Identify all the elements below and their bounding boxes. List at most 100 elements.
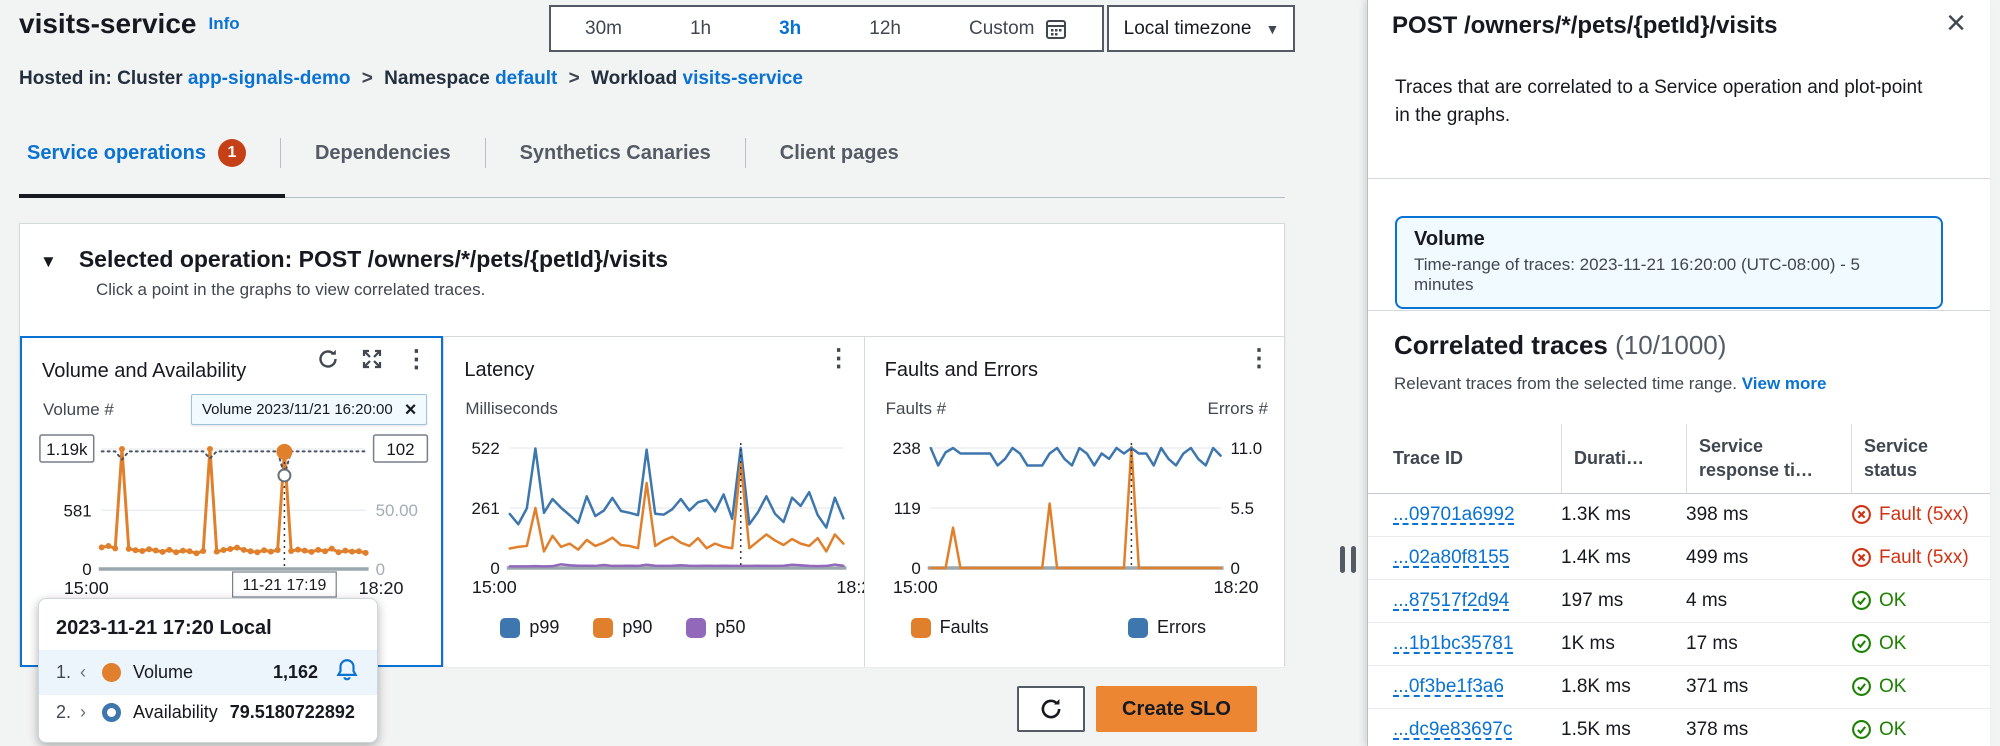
legend-item-p50[interactable]: p50 <box>686 617 745 638</box>
svg-text:11-21 17:19: 11-21 17:19 <box>243 577 327 594</box>
chart-title: Latency <box>464 359 534 382</box>
tab-service-operations[interactable]: Service operations 1 <box>19 139 280 167</box>
breadcrumb-cluster-link[interactable]: app-signals-demo <box>188 68 351 89</box>
table-row: ...02a80f8155 1.4K ms 499 ms Fault (5xx) <box>1368 537 1990 580</box>
left-axis-label: Volume # <box>43 400 114 420</box>
chevron-left-icon[interactable]: ‹ <box>80 662 102 683</box>
info-link[interactable]: Info <box>208 14 239 33</box>
column-header-trace-id[interactable]: Trace ID <box>1393 424 1561 493</box>
table-row: ...87517f2d94 197 ms 4 ms OK <box>1368 580 1990 623</box>
legend-label: p50 <box>715 617 745 638</box>
time-range-custom-button[interactable]: Custom <box>935 7 1102 50</box>
kebab-menu-icon[interactable]: ⋮ <box>1246 345 1272 371</box>
panel-resize-handle[interactable] <box>1340 546 1356 573</box>
chevron-right-icon[interactable]: › <box>80 702 102 723</box>
status-badge: Fault (5xx) <box>1851 547 1990 569</box>
create-slo-button[interactable]: Create SLO <box>1096 686 1257 732</box>
trace-id-link[interactable]: ...02a80f8155 <box>1393 547 1561 569</box>
ok-icon <box>1851 719 1872 740</box>
fault-icon <box>1851 504 1872 525</box>
status-label: Fault (5xx) <box>1879 504 1969 526</box>
time-range-12h-button[interactable]: 12h <box>835 7 935 50</box>
trace-id-link[interactable]: ...87517f2d94 <box>1393 590 1561 612</box>
selected-metric-box[interactable]: Volume Time-range of traces: 2023-11-21 … <box>1395 216 1943 309</box>
selected-metric-time-range: Time-range of traces: 2023-11-21 16:20:0… <box>1414 255 1924 295</box>
chart-toolbar: ⋮ <box>315 346 429 372</box>
app-window: visits-serviceInfo 30m 1h 3h 12h Custom … <box>0 0 2000 746</box>
chip-label: Volume 2023/11/21 16:20:00 <box>202 401 393 418</box>
status-label: OK <box>1879 676 1906 698</box>
left-axis-label: Faults # <box>886 399 946 419</box>
legend-item-errors[interactable]: Errors <box>1128 617 1206 638</box>
left-axis-label: Milliseconds <box>465 399 558 419</box>
tab-client-pages[interactable]: Client pages <box>746 142 933 165</box>
chart-title: Volume and Availability <box>42 360 246 383</box>
selected-metric-name: Volume <box>1414 228 1924 251</box>
tab-label: Client pages <box>780 142 899 165</box>
close-icon[interactable]: × <box>1946 4 1966 43</box>
tooltip-series-value: 1,162 <box>273 662 318 683</box>
time-range-3h-button[interactable]: 3h <box>745 7 835 50</box>
refresh-icon[interactable] <box>315 346 341 372</box>
traces-table: Trace ID Durati… Service response ti… Se… <box>1368 424 1990 746</box>
legend-item-faults[interactable]: Faults <box>911 617 989 638</box>
breadcrumb-prefix: Hosted in: Cluster <box>19 68 183 89</box>
column-header-service-status[interactable]: Service status <box>1851 424 1990 493</box>
legend-item-p90[interactable]: p90 <box>593 617 652 638</box>
correlated-traces-count: (10/1000) <box>1615 330 1726 360</box>
svg-text:581: 581 <box>63 501 91 520</box>
status-label: OK <box>1879 719 1906 741</box>
alarm-bell-icon[interactable] <box>334 657 360 688</box>
tooltip-row-availability: 2. › Availability 79.5180722892 <box>39 695 377 730</box>
expand-icon[interactable] <box>359 346 385 372</box>
custom-label: Custom <box>969 18 1034 40</box>
table-row: ...dc9e83697c 1.5K ms 378 ms OK <box>1368 709 1990 746</box>
chart-title: Faults and Errors <box>885 359 1038 382</box>
svg-text:15:00: 15:00 <box>472 577 517 597</box>
column-header-duration[interactable]: Durati… <box>1561 424 1686 493</box>
tooltip-series-value: 79.5180722892 <box>230 702 355 723</box>
svg-text:18:20: 18:20 <box>837 577 864 597</box>
svg-text:0: 0 <box>1230 559 1239 578</box>
kebab-menu-icon[interactable]: ⋮ <box>403 346 429 372</box>
ok-icon <box>1851 676 1872 697</box>
chip-close-icon[interactable]: × <box>405 403 417 417</box>
view-more-link[interactable]: View more <box>1742 374 1827 393</box>
tooltip-timestamp: 2023-11-21 17:20 Local <box>39 609 377 650</box>
time-range-30m-button[interactable]: 30m <box>551 7 656 50</box>
kebab-menu-icon[interactable]: ⋮ <box>826 345 852 371</box>
tab-synthetics-canaries[interactable]: Synthetics Canaries <box>486 142 745 165</box>
refresh-button[interactable] <box>1017 686 1085 732</box>
traces-side-panel: POST /owners/*/pets/{petId}/visits × Tra… <box>1367 0 1990 746</box>
legend-item-p99[interactable]: p99 <box>500 617 559 638</box>
time-range-1h-button[interactable]: 1h <box>656 7 745 50</box>
collapse-triangle-icon[interactable]: ▼ <box>40 252 57 271</box>
svg-text:0: 0 <box>376 560 385 579</box>
breadcrumb-namespace-link[interactable]: default <box>495 68 557 89</box>
breadcrumb-workload-link[interactable]: visits-service <box>683 68 803 89</box>
duration-cell: 1K ms <box>1561 633 1686 655</box>
tab-dependencies[interactable]: Dependencies <box>281 142 485 165</box>
faults-errors-chart[interactable]: 238119011.05.5015:0018:20 <box>865 432 1284 610</box>
svg-text:15:00: 15:00 <box>893 577 938 597</box>
volume-availability-chart[interactable]: 11-21 17:191.19k581010250.00015:0018:20 <box>22 433 441 611</box>
svg-text:261: 261 <box>472 499 500 518</box>
column-header-service-response-time[interactable]: Service response ti… <box>1686 424 1851 493</box>
time-range-segmented-control: 30m 1h 3h 12h Custom <box>549 5 1104 52</box>
timezone-select[interactable]: Local timezone ▼ <box>1107 5 1295 52</box>
table-row: ...09701a6992 1.3K ms 398 ms Fault (5xx) <box>1368 494 1990 537</box>
response-time-cell: 4 ms <box>1686 590 1851 612</box>
trace-id-link[interactable]: ...dc9e83697c <box>1393 719 1561 741</box>
timezone-value: Local timezone <box>1124 18 1252 40</box>
trace-id-link[interactable]: ...09701a6992 <box>1393 504 1561 526</box>
latency-chart[interactable]: 522261015:0018:20 <box>444 432 863 610</box>
trace-id-link[interactable]: ...1b1bc35781 <box>1393 633 1561 655</box>
svg-text:238: 238 <box>892 439 920 458</box>
response-time-cell: 398 ms <box>1686 504 1851 526</box>
faults-errors-legend: Faults Errors <box>911 617 1206 638</box>
tab-label: Synthetics Canaries <box>520 142 711 165</box>
right-axis-label: Errors # <box>1208 399 1268 419</box>
trace-id-link[interactable]: ...0f3be1f3a6 <box>1393 676 1561 698</box>
tooltip-series-name: Availability <box>133 702 218 723</box>
status-badge: OK <box>1851 590 1990 612</box>
